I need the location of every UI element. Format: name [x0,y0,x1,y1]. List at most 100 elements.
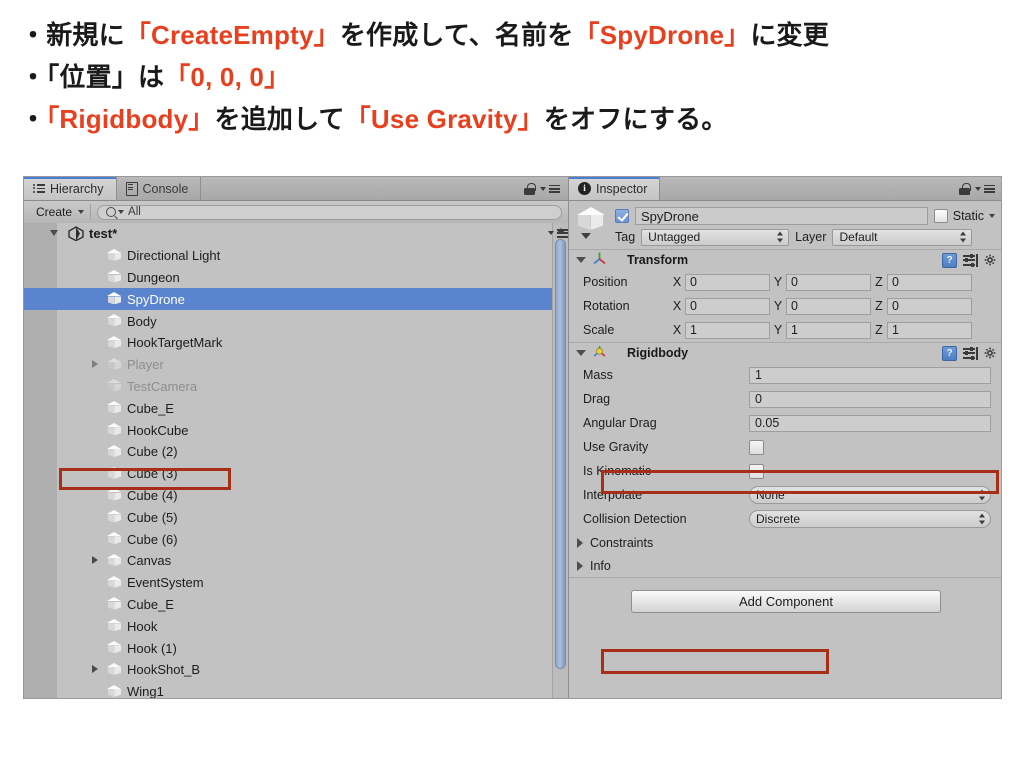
hierarchy-item-directional-light[interactable]: Directional Light [24,245,568,267]
property-label: Mass [583,368,613,382]
rigidbody-foldout-constraints[interactable]: Constraints [569,531,1001,554]
search-filter-chevron-down-icon[interactable] [118,210,125,214]
gear-icon[interactable] [984,347,997,360]
hamburger-menu-icon[interactable] [540,183,560,195]
position-x-field[interactable]: 0 [685,273,770,291]
search-input[interactable]: All [97,204,562,220]
preset-icon[interactable] [963,253,978,267]
rigidbody-foldout-triangle-icon[interactable] [576,350,586,356]
drag-field[interactable]: 0 [749,390,991,408]
preset-icon[interactable] [963,346,978,360]
gameobject-cube-icon [107,357,122,372]
add-component-button[interactable]: Add Component [631,590,941,613]
hierarchy-item-label: Canvas [127,553,172,569]
rotation-x-field[interactable]: 0 [685,297,770,315]
vector3-field-group: X0Y0Z0 [669,297,995,315]
scrollbar-thumb[interactable] [555,239,566,669]
expand-triangle-icon[interactable] [92,360,98,369]
hierarchy-item-hookcube[interactable]: HookCube [24,419,568,441]
layer-dropdown[interactable]: Default [832,228,973,246]
static-checkbox[interactable] [933,209,948,223]
hierarchy-item-canvas[interactable]: Canvas [24,550,568,572]
transform-foldout-triangle-icon[interactable] [576,257,586,263]
gameobject-name-field[interactable]: SpyDrone [635,207,928,225]
scene-foldout-triangle-icon[interactable] [50,230,58,236]
hierarchy-item-wing1[interactable]: Wing1 [24,681,568,698]
help-book-icon[interactable]: ? [942,252,957,268]
instruction-run: を作成して、名前を [339,20,574,50]
hierarchy-item-hookshot-b[interactable]: HookShot_B [24,659,568,681]
hierarchy-item-cube-3[interactable]: Cube (3) [24,463,568,485]
chevron-down-icon[interactable] [581,233,591,239]
tag-dropdown[interactable]: Untagged [641,228,790,246]
search-icon [106,207,117,217]
gameobject-cube-icon [107,553,122,568]
help-book-icon[interactable]: ? [942,345,957,361]
collision-detection-dropdown[interactable]: Discrete [749,510,991,528]
hierarchy-item-hook-1[interactable]: Hook (1) [24,637,568,659]
property-label: Drag [583,392,611,406]
hierarchy-item-testcamera[interactable]: TestCamera [24,376,568,398]
static-chevron-down-icon[interactable] [989,214,995,218]
object-name-row: SpyDrone Static [615,206,995,226]
hierarchy-item-body[interactable]: Body [24,310,568,332]
is-kinematic-checkbox[interactable] [749,463,764,479]
scale-z-field[interactable]: 1 [887,321,972,339]
hierarchy-tabbar-actions [524,177,568,200]
hierarchy-scrollbar[interactable] [552,223,568,698]
tabbar-spacer [201,177,524,200]
interpolate-dropdown[interactable]: None [749,486,991,504]
hierarchy-item-eventsystem[interactable]: EventSystem [24,572,568,594]
hierarchy-item-cube-e[interactable]: Cube_E [24,397,568,419]
hierarchy-item-player[interactable]: Player [24,354,568,376]
angular-drag-field[interactable]: 0.05 [749,414,991,432]
hierarchy-item-hooktargetmark[interactable]: HookTargetMark [24,332,568,354]
transform-header[interactable]: Transform ? [569,250,1001,270]
gameobject-cube-icon [107,510,122,524]
tab-hierarchy-label: Hierarchy [50,181,104,196]
property-label: Position [583,275,628,289]
hierarchy-tabbar: Hierarchy Console [24,177,568,201]
expand-triangle-icon[interactable] [92,556,98,565]
gameobject-enabled-checkbox[interactable] [615,209,629,223]
scene-row[interactable]: test* [24,223,568,245]
hierarchy-item-cube-e[interactable]: Cube_E [24,594,568,616]
hamburger-menu-icon[interactable] [975,183,995,195]
rotation-y-field[interactable]: 0 [786,297,871,315]
axis-label-y: Y [773,299,783,313]
expand-triangle-icon[interactable] [92,665,98,674]
tab-console[interactable]: Console [117,177,202,200]
hierarchy-item-spydrone[interactable]: SpyDrone [24,288,568,311]
scale-y-field[interactable]: 1 [786,321,871,339]
rigidbody-foldout-info[interactable]: Info [569,554,1001,577]
position-z-field[interactable]: 0 [887,273,972,291]
create-button[interactable]: Create [30,204,92,220]
expand-triangle-icon[interactable] [577,560,583,571]
hierarchy-item-hook[interactable]: Hook [24,615,568,637]
scale-x-field[interactable]: 1 [685,321,770,339]
lock-icon[interactable] [959,182,971,195]
hierarchy-item-label: HookTargetMark [127,335,223,351]
hierarchy-item-cube-4[interactable]: Cube (4) [24,485,568,507]
hierarchy-tree[interactable]: test* Directional Light Dungeon SpyDrone Bod… [24,223,568,698]
lock-icon[interactable] [524,182,536,195]
hierarchy-item-label: Cube (4) [127,487,178,503]
axis-label-z: Z [875,323,883,337]
tab-inspector[interactable]: i Inspector [569,177,661,200]
hierarchy-item-dungeon[interactable]: Dungeon [24,267,568,289]
console-icon [125,181,138,196]
gear-icon[interactable] [984,254,997,267]
transform-row-scale: Scale X 1 Y 1 Z 1 [569,318,1001,342]
tab-hierarchy[interactable]: Hierarchy [24,177,117,200]
rigidbody-header[interactable]: Rigidbody ? [569,343,1001,363]
expand-triangle-icon[interactable] [577,537,583,548]
component-transform: Transform ? Position X 0 Y 0 Z 0 Rotatio… [569,250,1001,343]
position-y-field[interactable]: 0 [786,273,871,291]
use-gravity-checkbox[interactable] [749,439,764,455]
hierarchy-item-cube-5[interactable]: Cube (5) [24,506,568,528]
rotation-z-field[interactable]: 0 [887,297,972,315]
mass-field[interactable]: 1 [749,366,991,384]
vector3-field-group: X1Y1Z1 [669,321,995,339]
hierarchy-item-cube-2[interactable]: Cube (2) [24,441,568,463]
hierarchy-item-cube-6[interactable]: Cube (6) [24,528,568,550]
